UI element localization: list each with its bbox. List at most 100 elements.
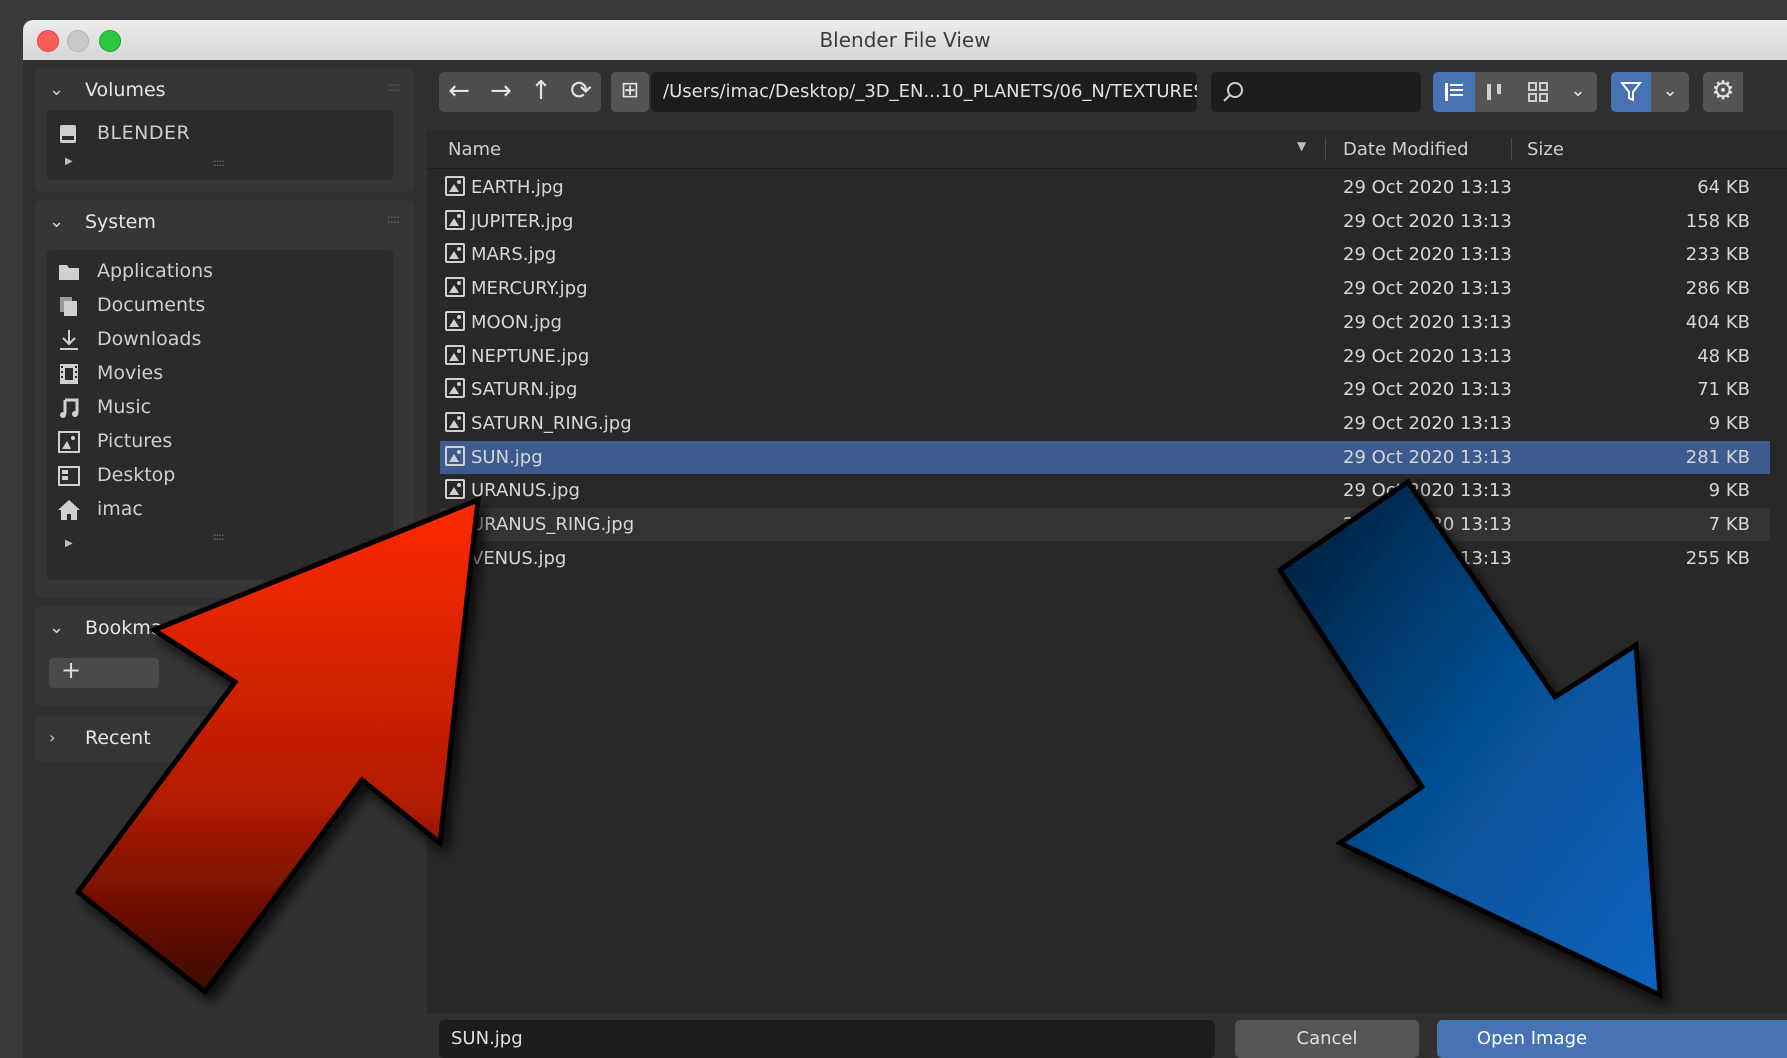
image-file-icon: [445, 411, 465, 432]
chevron-down-icon: ⌄: [1662, 80, 1678, 101]
film-icon: [60, 364, 78, 384]
thumbnail-view-button[interactable]: [1517, 72, 1559, 112]
file-row[interactable]: JUPITER.jpg 29 Oct 2020 13:13 158 KB: [440, 205, 1770, 238]
resize-grip-icon[interactable]: ::::: [213, 156, 225, 169]
system-list: Applications Documents Downloads Movies …: [47, 250, 393, 580]
sidebar-item-movies[interactable]: Movies: [47, 358, 393, 390]
expand-triangle-icon[interactable]: ▶: [65, 156, 73, 167]
file-size: 7 KB: [1708, 514, 1750, 535]
sidebar-item-desktop[interactable]: Desktop: [47, 460, 393, 492]
file-row[interactable]: MOON.jpg 29 Oct 2020 13:13 404 KB: [440, 306, 1770, 339]
drag-grip-icon[interactable]: ::::: [387, 212, 400, 226]
size-column-header[interactable]: Size: [1527, 139, 1564, 160]
documents-icon: [60, 297, 77, 316]
sidebar-item-label: Pictures: [97, 430, 173, 452]
file-row[interactable]: SUN.jpg 29 Oct 2020 13:13 281 KB: [440, 440, 1770, 474]
cancel-button[interactable]: Cancel: [1235, 1020, 1419, 1058]
refresh-button[interactable]: ⟳: [561, 72, 601, 112]
sidebar-item-applications[interactable]: Applications: [47, 256, 393, 288]
file-row[interactable]: URANUS_RING.jpg 29 Oct 2020 13:13 7 KB: [440, 508, 1770, 541]
file-date: 29 Oct 2020 13:13: [1343, 244, 1512, 266]
image-file-icon: [445, 546, 465, 567]
column-divider[interactable]: [1511, 138, 1512, 160]
arrow-left-icon: ←: [448, 76, 470, 106]
file-list: EARTH.jpg 29 Oct 2020 13:13 64 KB JUPITER.j…: [427, 169, 1787, 1014]
column-divider[interactable]: [1325, 138, 1326, 160]
back-button[interactable]: ←: [439, 72, 479, 112]
sidebar-item-music[interactable]: Music: [47, 392, 393, 424]
toolbar: ← → ↑ ⟳ ⊞ /Users/imac/Desktop/_3D_EN...1…: [427, 60, 1787, 130]
forward-button[interactable]: →: [481, 72, 521, 112]
recent-panel-header[interactable]: › Recent: [35, 716, 415, 762]
file-size: 48 KB: [1697, 345, 1750, 367]
file-size: 9 KB: [1708, 412, 1750, 434]
sidebar-item-label: Movies: [97, 362, 164, 384]
image-file-icon: [445, 176, 465, 196]
download-icon: [60, 330, 78, 350]
new-folder-button[interactable]: ⊞: [611, 72, 649, 112]
file-row[interactable]: URANUS.jpg 29 Oct 2020 13:13 9 KB: [440, 474, 1770, 507]
display-options-dropdown[interactable]: ⌄: [1559, 72, 1597, 112]
file-name: MARS.jpg: [471, 244, 557, 266]
sidebar-item-downloads[interactable]: Downloads: [47, 324, 393, 356]
add-bookmark-button[interactable]: +: [49, 656, 159, 688]
search-input[interactable]: [1211, 72, 1421, 112]
date-column-header[interactable]: Date Modified: [1343, 139, 1469, 160]
sidebar-item-blender[interactable]: BLENDER: [47, 118, 393, 150]
horizontal-list-view-button[interactable]: [1475, 72, 1517, 112]
settings-button[interactable]: ⚙: [1703, 72, 1743, 112]
file-size: 281 KB: [1685, 446, 1750, 468]
file-size: 71 KB: [1697, 379, 1750, 401]
parent-directory-button[interactable]: ↑: [521, 72, 561, 112]
column-header: Name ▼ Date Modified Size: [427, 130, 1787, 169]
folder-icon: [59, 265, 79, 280]
file-date: 29 Oct 2020 13:13: [1343, 412, 1512, 434]
sidebar-item-pictures[interactable]: Pictures: [47, 426, 393, 458]
plus-icon: +: [61, 656, 82, 684]
panel-title: Volumes: [85, 79, 166, 101]
new-folder-icon: ⊞: [620, 78, 640, 103]
sidebar-item-label: Documents: [97, 294, 206, 316]
sidebar-item-label: Downloads: [97, 328, 202, 350]
file-row[interactable]: SATURN.jpg 29 Oct 2020 13:13 71 KB: [440, 373, 1770, 406]
file-row[interactable]: VENUS.jpg 29 Oct 2020 13:13 255 KB: [440, 542, 1770, 575]
name-column-header[interactable]: Name: [448, 139, 501, 160]
filter-options-dropdown[interactable]: ⌄: [1651, 72, 1689, 112]
list-view-icon: [1445, 83, 1463, 101]
image-file-icon: [445, 243, 465, 264]
path-field[interactable]: /Users/imac/Desktop/_3D_EN...10_PLANETS/…: [651, 72, 1197, 112]
filename-input[interactable]: SUN.jpg: [439, 1020, 1215, 1058]
sidebar-item-imac[interactable]: imac: [47, 494, 393, 526]
system-panel: ⌄ System :::: Applications Documents Dow…: [35, 200, 415, 598]
expand-triangle-icon[interactable]: ▶: [65, 538, 73, 549]
disk-icon: [60, 125, 76, 143]
system-panel-header[interactable]: ⌄ System ::::: [35, 200, 415, 246]
image-file-icon: [445, 513, 465, 533]
file-row[interactable]: MERCURY.jpg 29 Oct 2020 13:13 286 KB: [440, 272, 1770, 305]
file-row[interactable]: NEPTUNE.jpg 29 Oct 2020 13:13 48 KB: [440, 340, 1770, 373]
volumes-panel: ⌄ Volumes :::: BLENDER ▶ ::::: [35, 68, 415, 192]
chevron-down-icon: ⌄: [49, 79, 65, 100]
window-title: Blender File View: [819, 28, 991, 52]
file-size: 9 KB: [1708, 480, 1750, 502]
file-size: 233 KB: [1685, 244, 1750, 266]
file-row[interactable]: MARS.jpg 29 Oct 2020 13:13 233 KB: [440, 238, 1770, 271]
search-icon: [1223, 82, 1243, 102]
volumes-panel-header[interactable]: ⌄ Volumes ::::: [35, 68, 415, 114]
sidebar-item-label: imac: [97, 498, 143, 520]
sidebar-item-label: Applications: [97, 260, 214, 282]
vertical-list-view-button[interactable]: [1433, 72, 1475, 112]
open-image-button[interactable]: Open Image: [1437, 1020, 1787, 1058]
file-row[interactable]: EARTH.jpg 29 Oct 2020 13:13 64 KB: [440, 171, 1770, 204]
filter-icon: [1619, 82, 1643, 102]
bookmarks-panel-header[interactable]: ⌄ Bookmarks: [35, 606, 415, 652]
sidebar-item-documents[interactable]: Documents: [47, 290, 393, 322]
resize-grip-icon[interactable]: ::::: [213, 530, 225, 543]
filter-toggle-button[interactable]: [1611, 72, 1651, 112]
chevron-down-icon: ⌄: [49, 617, 65, 638]
file-date: 29 Oct 2020 13:13: [1343, 311, 1512, 333]
file-name: JUPITER.jpg: [471, 210, 574, 232]
drag-grip-icon[interactable]: ::::: [387, 80, 400, 94]
sort-descending-icon[interactable]: ▼: [1297, 139, 1306, 153]
file-row[interactable]: SATURN_RING.jpg 29 Oct 2020 13:13 9 KB: [440, 407, 1770, 440]
